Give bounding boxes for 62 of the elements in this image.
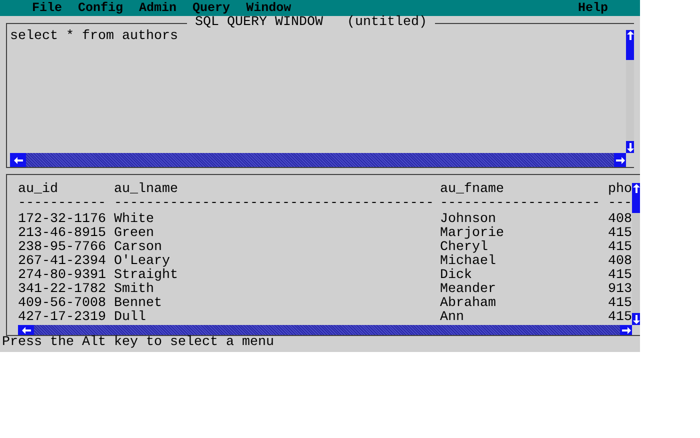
- table-cell: 415: [608, 297, 632, 312]
- window-title-text: SQL QUERY WINDOW: [195, 16, 323, 30]
- scroll-right-icon[interactable]: [616, 156, 624, 164]
- horizontal-scrollbar[interactable]: [18, 325, 632, 336]
- horizontal-scrollbar[interactable]: [10, 153, 626, 168]
- table-cell-text: 274-80-9391: [18, 269, 107, 284]
- table-cell: 415: [608, 269, 632, 284]
- column-header: pho: [608, 183, 632, 198]
- table-cell-text: Bennet: [114, 297, 163, 312]
- menu-item[interactable]: Config: [78, 0, 124, 16]
- table-cell-text: O'Leary: [114, 255, 170, 270]
- scroll-right-icon[interactable]: [622, 326, 630, 334]
- menu-item[interactable]: File: [32, 0, 62, 16]
- table-cell-text: Dull: [114, 311, 147, 326]
- table-cell: 415: [608, 227, 632, 242]
- menu-item[interactable]: Window: [246, 0, 292, 16]
- table-cell-text: Ann: [440, 311, 465, 326]
- table-cell-text: Carson: [114, 241, 162, 256]
- table-cell-text: White: [114, 213, 155, 228]
- table-cell-text: 267-41-2394: [18, 255, 107, 270]
- table-cell-text: Johnson: [440, 213, 496, 228]
- vertical-scrollbar[interactable]: [626, 30, 634, 154]
- header-separator: ---: [608, 197, 632, 212]
- table-cell-text: 172-32-1176: [18, 213, 107, 228]
- table-cell: 415: [608, 241, 632, 256]
- query-editor[interactable]: select * from authors: [10, 30, 626, 154]
- table-cell-text: 213-46-8915: [18, 227, 107, 242]
- table-cell: 408: [608, 255, 632, 270]
- menu-item[interactable]: Query: [192, 0, 230, 16]
- table-cell-text: Green: [114, 227, 154, 242]
- scroll-up-icon[interactable]: [626, 31, 634, 40]
- status-text: Press the Alt key to select a menu: [1, 336, 275, 352]
- table-cell: 415: [608, 311, 632, 326]
- scroll-left-icon[interactable]: [22, 326, 30, 334]
- menu-item[interactable]: Admin: [139, 0, 177, 16]
- header-separator: --------------------: [440, 197, 601, 212]
- table-cell-text: 427-17-2319: [18, 311, 107, 326]
- header-separator: -----------: [18, 197, 107, 212]
- scroll-down-icon[interactable]: [626, 142, 634, 152]
- scroll-left-icon[interactable]: [14, 156, 22, 164]
- menu-item[interactable]: Help: [578, 0, 608, 16]
- table-cell-text: 409-56-7008: [18, 297, 107, 312]
- scroll-down-icon[interactable]: [632, 314, 640, 324]
- table-cell-text: Marjorie: [440, 227, 505, 242]
- table-cell: 408: [608, 213, 632, 228]
- table-cell: 913: [608, 283, 632, 298]
- table-cell-text: Smith: [114, 283, 154, 298]
- table-cell-text: Dick: [440, 269, 472, 284]
- table-cell-text: 238-95-7766: [18, 241, 107, 256]
- column-header: au_fname: [440, 183, 505, 198]
- vertical-scrollbar[interactable]: [632, 183, 640, 326]
- table-cell-text: 341-22-1782: [18, 283, 107, 298]
- table-cell-text: Straight: [114, 269, 179, 284]
- window-subtitle: (untitled): [346, 16, 427, 30]
- scroll-up-icon[interactable]: [632, 184, 640, 194]
- column-header: au_id: [18, 183, 59, 198]
- table-cell-text: Michael: [440, 255, 497, 270]
- column-header: au_lname: [114, 183, 179, 198]
- table-cell-text: Abraham: [440, 297, 497, 312]
- table-cell-text: Cheryl: [440, 241, 488, 256]
- header-separator: ----------------------------------------: [114, 197, 435, 212]
- table-cell-text: Meander: [440, 283, 497, 298]
